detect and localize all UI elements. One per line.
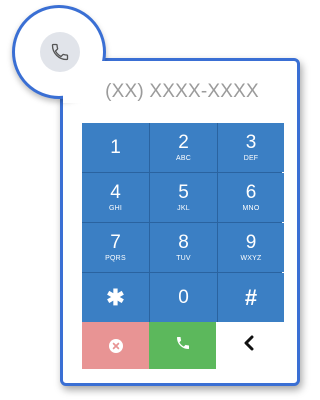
keypad: 1 2 ABC 3 DEF 4 GHI 5 JKL 6 MNO 7 PQRS 8 TUV 9W… xyxy=(82,123,284,322)
key-0[interactable]: 0 xyxy=(150,273,217,322)
backspace-button[interactable] xyxy=(216,322,282,369)
key-2[interactable]: 2 ABC xyxy=(150,123,217,172)
key-9[interactable]: 9 WXYZ xyxy=(218,223,284,272)
key-3[interactable]: 3 DEF xyxy=(218,123,284,172)
key-8[interactable]: 8 TUV xyxy=(150,223,217,272)
key-4[interactable]: 4 GHI xyxy=(82,173,149,222)
chevron-left-icon xyxy=(243,335,255,356)
key-6[interactable]: 6 MNO xyxy=(218,173,284,222)
key-star[interactable]: ✱ xyxy=(82,273,149,322)
phone-icon[interactable] xyxy=(40,32,80,72)
clear-button[interactable] xyxy=(82,322,149,369)
key-7[interactable]: 7 PQRS xyxy=(82,223,149,272)
phone-number-display[interactable]: (XX) XXXX-XXXX xyxy=(82,72,282,112)
clear-x-icon xyxy=(108,338,123,353)
key-5[interactable]: 5 JKL xyxy=(150,173,217,222)
dialer-widget: (XX) XXXX-XXXX 1 2 ABC 3 DEF 4 GHI 5 JKL 6 MN… xyxy=(0,0,310,400)
key-1[interactable]: 1 xyxy=(82,123,149,172)
action-row xyxy=(82,322,282,369)
call-button[interactable] xyxy=(149,322,216,369)
call-phone-icon xyxy=(175,335,191,356)
key-hash[interactable]: # xyxy=(218,273,284,322)
